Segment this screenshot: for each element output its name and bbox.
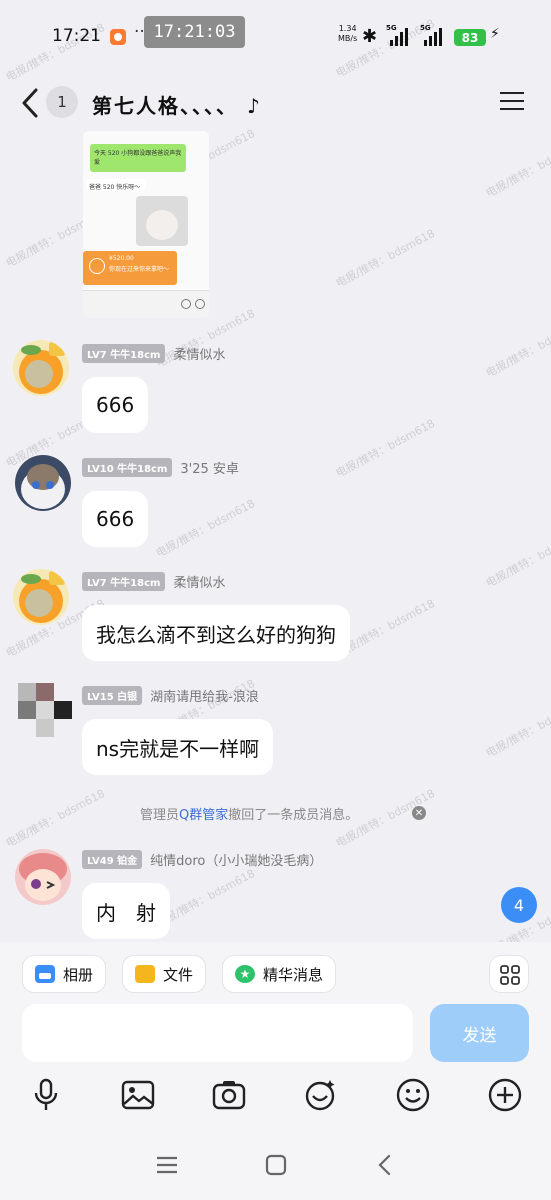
message-bubble[interactable]: 我怎么滴不到这么好的狗狗 xyxy=(82,605,350,661)
chat-title: 第七人格、、、、 ♪ xyxy=(92,94,262,118)
watermark-text: 电报/推特：bdsm618 xyxy=(3,786,107,851)
sender-nickname[interactable]: 柔情似水 xyxy=(173,344,225,363)
cat-photo xyxy=(136,196,188,246)
sender-meta: LV7 牛牛18cm 柔情似水 xyxy=(82,343,225,363)
unread-count-badge[interactable]: 1 xyxy=(46,86,78,118)
watermark-text: 电报/推特：bdsm618 xyxy=(333,226,437,291)
recording-timer: 17:21:03 xyxy=(144,16,245,48)
new-message-count-badge[interactable]: 4 xyxy=(501,887,537,923)
essence-messages-button[interactable]: ★ 精华消息 xyxy=(222,955,337,993)
message-bubble[interactable]: ns完就是不一样啊 xyxy=(82,719,274,775)
avatar[interactable] xyxy=(18,683,72,737)
sender-nickname[interactable]: 柔情似水 xyxy=(173,572,225,591)
status-time: 17:21 xyxy=(52,26,101,46)
recall-notice: 管理员Q群管家撤回了一条成员消息。 xyxy=(140,808,359,823)
sender-nickname[interactable]: 湖南请甩给我-浪浪 xyxy=(150,686,259,705)
home-icon[interactable] xyxy=(261,1150,291,1180)
level-tag: LV15 白银 xyxy=(82,685,143,705)
watermark-text: 电报/推特：bdsm618 xyxy=(483,136,551,201)
album-button[interactable]: 相册 xyxy=(22,955,107,993)
sender-meta: LV10 牛牛18cm 3'25 安卓 xyxy=(82,457,239,477)
avatar[interactable] xyxy=(15,455,71,511)
avatar[interactable] xyxy=(15,849,71,905)
message-bubble[interactable]: 内 射 xyxy=(82,883,170,939)
smiley-icon[interactable] xyxy=(395,1077,431,1113)
star-icon: ★ xyxy=(235,965,255,983)
watermark-text: 电报/推特：bdsm618 xyxy=(333,416,437,481)
sender-meta: LV15 白银 湖南请甩给我-浪浪 xyxy=(82,685,259,705)
microphone-icon[interactable] xyxy=(28,1077,64,1113)
more-apps-button[interactable] xyxy=(489,955,529,993)
watermark-text: 电报/推特：bdsm618 xyxy=(483,696,551,761)
signal-icon-1: 5G xyxy=(384,24,416,48)
screenshot-transfer-card: ¥520.00 你现在过来你来拿吧～ xyxy=(83,251,177,285)
signal-icon-2: 5G xyxy=(418,24,450,48)
plus-icon[interactable] xyxy=(487,1077,523,1113)
grid-icon xyxy=(500,965,520,985)
sender-meta: LV7 牛牛18cm 柔情似水 xyxy=(82,571,225,591)
send-button[interactable]: 发送 xyxy=(430,1004,529,1062)
shared-screenshot-image[interactable]: 今天 520 小狗都没跟爸爸说声我爱 爸爸 520 快乐呀～ ¥520.00 你… xyxy=(83,131,209,318)
level-tag: LV49 铂金 xyxy=(82,849,143,869)
sender-meta: LV49 铂金 纯情doro（小小瑞她没毛病） xyxy=(82,849,322,869)
system-back-icon[interactable] xyxy=(370,1150,400,1180)
close-icon[interactable]: ✕ xyxy=(412,806,426,820)
image-icon[interactable] xyxy=(120,1077,156,1113)
charging-icon: ⚡ xyxy=(490,26,500,42)
bluetooth-icon: ✱ xyxy=(362,26,378,47)
screenshot-white-bubble: 爸爸 520 快乐呀～ xyxy=(86,179,146,191)
emoji-pack-icon[interactable] xyxy=(303,1077,339,1113)
avatar[interactable] xyxy=(13,340,69,396)
avatar[interactable] xyxy=(13,569,69,625)
folder-icon xyxy=(135,965,155,983)
screen-recorder-icon xyxy=(110,29,126,45)
message-input[interactable] xyxy=(22,1004,413,1062)
message-bubble[interactable]: 666 xyxy=(82,377,149,433)
network-speed: 1.34 MB/s xyxy=(338,24,358,43)
back-arrow-icon[interactable] xyxy=(18,86,44,120)
watermark-text: 电报/推特：bdsm618 xyxy=(153,496,257,561)
camera-icon[interactable] xyxy=(211,1077,247,1113)
message-bubble[interactable]: 666 xyxy=(82,491,149,547)
screenshot-input-bar xyxy=(83,290,209,318)
file-button[interactable]: 文件 xyxy=(122,955,207,993)
screenshot-green-bubble: 今天 520 小狗都没跟爸爸说声我爱 xyxy=(90,144,186,172)
watermark-text: 电报/推特：bdsm618 xyxy=(483,526,551,591)
level-tag: LV10 牛牛18cm xyxy=(82,457,173,477)
sender-nickname[interactable]: 纯情doro（小小瑞她没毛病） xyxy=(150,850,322,869)
level-tag: LV7 牛牛18cm xyxy=(82,343,166,363)
status-bar: 17:21 ··· 17:21:03 1.34 MB/s ✱ 5G 5G 83 … xyxy=(0,0,551,70)
level-tag: LV7 牛牛18cm xyxy=(82,571,166,591)
album-icon xyxy=(35,965,55,983)
menu-icon[interactable] xyxy=(500,92,524,112)
recent-apps-icon[interactable] xyxy=(152,1150,182,1180)
admin-name-link[interactable]: Q群管家 xyxy=(179,808,228,823)
battery-indicator: 83 xyxy=(454,29,486,46)
watermark-text: 电报/推特：bdsm618 xyxy=(483,316,551,381)
sender-nickname[interactable]: 3'25 安卓 xyxy=(180,458,239,477)
